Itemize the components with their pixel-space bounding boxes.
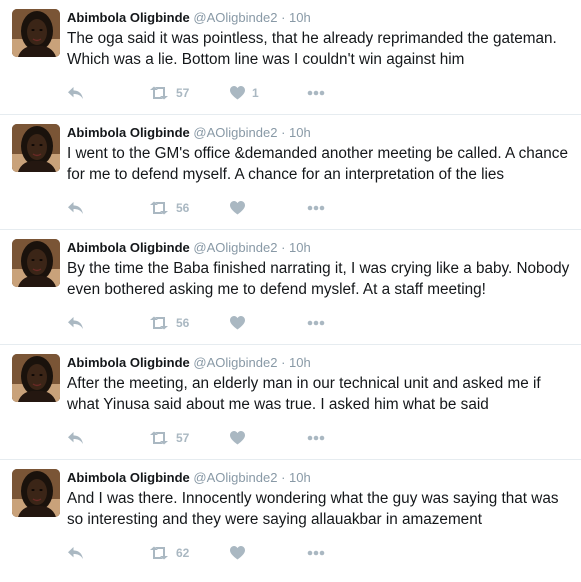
tweet[interactable]: Abimbola Oligbinde @AOligbinde2 · 10h Af…: [0, 345, 581, 460]
like-count: 1: [252, 86, 259, 100]
retweet-icon: [150, 431, 168, 445]
author-handle[interactable]: @AOligbinde2: [193, 125, 277, 140]
author-name[interactable]: Abimbola Oligbinde: [67, 125, 190, 140]
more-button[interactable]: [307, 314, 325, 332]
more-button[interactable]: [307, 84, 325, 102]
tweet-actions: 57 1: [67, 84, 367, 102]
reply-button[interactable]: [67, 199, 84, 217]
author-name[interactable]: Abimbola Oligbinde: [67, 240, 190, 255]
tweet[interactable]: Abimbola Oligbinde @AOligbinde2 · 10h Th…: [0, 0, 581, 115]
retweet-count: 62: [176, 546, 190, 560]
tweet-text: And I was there. Innocently wondering wh…: [67, 490, 559, 528]
heart-icon: [230, 201, 245, 215]
retweet-count: 56: [176, 201, 190, 215]
more-icon: [307, 320, 325, 326]
author-name[interactable]: Abimbola Oligbinde: [67, 470, 190, 485]
retweet-icon: [150, 86, 168, 100]
author-handle[interactable]: @AOligbinde2: [193, 355, 277, 370]
tweet-actions: 62: [67, 544, 367, 562]
reply-icon: [68, 202, 83, 214]
author-handle[interactable]: @AOligbinde2: [193, 470, 277, 485]
more-icon: [307, 550, 325, 556]
retweet-count: 57: [176, 431, 190, 445]
tweet-text: By the time the Baba finished narrating …: [67, 260, 570, 298]
like-button[interactable]: [230, 199, 252, 217]
separator-dot: ·: [281, 470, 286, 485]
separator-dot: ·: [281, 240, 286, 255]
heart-icon: [230, 86, 245, 100]
more-button[interactable]: [307, 544, 325, 562]
timestamp[interactable]: 10h: [289, 355, 311, 370]
avatar[interactable]: [12, 239, 60, 287]
separator-dot: ·: [281, 10, 286, 25]
retweet-button[interactable]: 57: [149, 429, 189, 447]
reply-icon: [68, 547, 83, 559]
reply-icon: [68, 87, 83, 99]
tweet-header: Abimbola Oligbinde @AOligbinde2 · 10h: [67, 240, 311, 255]
heart-icon: [230, 546, 245, 560]
tweet[interactable]: Abimbola Oligbinde @AOligbinde2 · 10h An…: [0, 460, 581, 575]
tweet[interactable]: Abimbola Oligbinde @AOligbinde2 · 10h By…: [0, 230, 581, 345]
reply-button[interactable]: [67, 544, 84, 562]
author-handle[interactable]: @AOligbinde2: [193, 10, 277, 25]
reply-button[interactable]: [67, 84, 84, 102]
more-icon: [307, 205, 325, 211]
like-button[interactable]: 1: [230, 84, 259, 102]
avatar[interactable]: [12, 124, 60, 172]
retweet-button[interactable]: 56: [149, 314, 189, 332]
like-button[interactable]: [230, 429, 252, 447]
avatar[interactable]: [12, 9, 60, 57]
avatar[interactable]: [12, 354, 60, 402]
tweet-actions: 57: [67, 429, 367, 447]
retweet-button[interactable]: 57: [149, 84, 189, 102]
like-button[interactable]: [230, 314, 252, 332]
separator-dot: ·: [281, 355, 286, 370]
author-name[interactable]: Abimbola Oligbinde: [67, 355, 190, 370]
more-button[interactable]: [307, 429, 325, 447]
tweet-header: Abimbola Oligbinde @AOligbinde2 · 10h: [67, 10, 311, 25]
reply-icon: [68, 432, 83, 444]
retweet-button[interactable]: 62: [149, 544, 189, 562]
heart-icon: [230, 316, 245, 330]
author-handle[interactable]: @AOligbinde2: [193, 240, 277, 255]
tweet-text: The oga said it was pointless, that he a…: [67, 30, 557, 68]
heart-icon: [230, 431, 245, 445]
avatar[interactable]: [12, 469, 60, 517]
more-button[interactable]: [307, 199, 325, 217]
tweet-header: Abimbola Oligbinde @AOligbinde2 · 10h: [67, 125, 311, 140]
tweet-header: Abimbola Oligbinde @AOligbinde2 · 10h: [67, 355, 311, 370]
retweet-icon: [150, 546, 168, 560]
timestamp[interactable]: 10h: [289, 10, 311, 25]
retweet-button[interactable]: 56: [149, 199, 189, 217]
tweet-actions: 56: [67, 199, 367, 217]
tweet-header: Abimbola Oligbinde @AOligbinde2 · 10h: [67, 470, 311, 485]
tweet-feed: Abimbola Oligbinde @AOligbinde2 · 10h Th…: [0, 0, 581, 582]
timestamp[interactable]: 10h: [289, 240, 311, 255]
author-name[interactable]: Abimbola Oligbinde: [67, 10, 190, 25]
reply-icon: [68, 317, 83, 329]
reply-button[interactable]: [67, 314, 84, 332]
tweet-text: After the meeting, an elderly man in our…: [67, 375, 541, 413]
tweet-text: I went to the GM's office &demanded anot…: [67, 145, 568, 183]
retweet-count: 56: [176, 316, 190, 330]
more-icon: [307, 90, 325, 96]
reply-button[interactable]: [67, 429, 84, 447]
tweet[interactable]: Abimbola Oligbinde @AOligbinde2 · 10h I …: [0, 115, 581, 230]
like-button[interactable]: [230, 544, 252, 562]
retweet-count: 57: [176, 86, 190, 100]
separator-dot: ·: [281, 125, 286, 140]
retweet-icon: [150, 201, 168, 215]
timestamp[interactable]: 10h: [289, 470, 311, 485]
tweet-actions: 56: [67, 314, 367, 332]
timestamp[interactable]: 10h: [289, 125, 311, 140]
more-icon: [307, 435, 325, 441]
retweet-icon: [150, 316, 168, 330]
